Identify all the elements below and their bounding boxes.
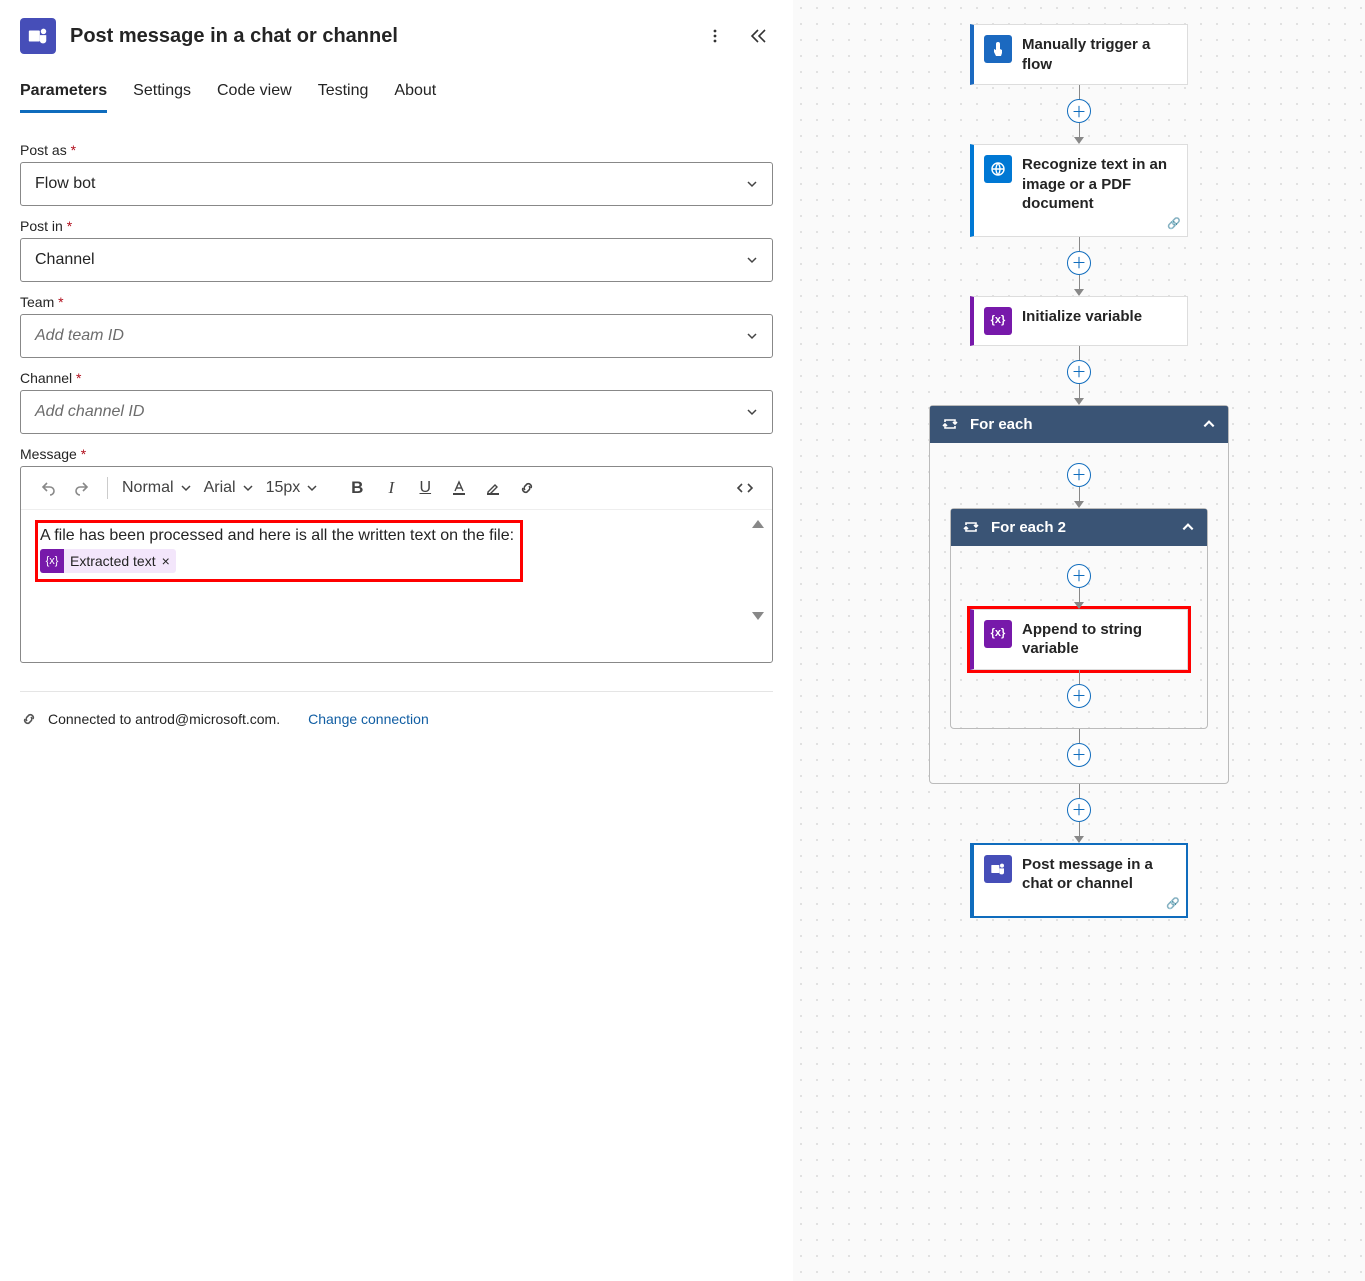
post-as-value: Flow bot (35, 175, 95, 193)
connection-row: Connected to antrod@microsoft.com. Chang… (20, 710, 773, 728)
tab-code-view[interactable]: Code view (217, 82, 292, 113)
loop-icon (942, 416, 958, 432)
add-step-button[interactable]: ＋ (1067, 99, 1091, 123)
add-step-button[interactable]: ＋ (1067, 463, 1091, 487)
connection-text: Connected to antrod@microsoft.com. (48, 711, 280, 727)
add-step-button[interactable]: ＋ (1067, 684, 1091, 708)
tab-parameters[interactable]: Parameters (20, 82, 107, 113)
flow-step-trigger[interactable]: Manually trigger a flow (970, 24, 1188, 85)
post-in-label: Post in (20, 218, 773, 234)
chevron-down-icon (746, 254, 758, 266)
tab-testing[interactable]: Testing (318, 82, 369, 113)
style-select[interactable]: Normal (118, 475, 196, 501)
editor-body[interactable]: A file has been processed and here is al… (21, 509, 772, 662)
step-label: Recognize text in an image or a PDF docu… (1022, 155, 1177, 214)
chevron-up-icon[interactable] (1181, 520, 1195, 534)
post-in-value: Channel (35, 251, 95, 269)
chevron-down-icon (746, 330, 758, 342)
step-label: Manually trigger a flow (1022, 35, 1177, 74)
chevron-down-icon (746, 178, 758, 190)
action-config-panel: Post message in a chat or channel Parame… (0, 0, 793, 1281)
post-as-label: Post as (20, 142, 773, 158)
connection-icon (20, 710, 38, 728)
flow-step-post-message[interactable]: Post message in a chat or channel 🔗 (970, 843, 1188, 918)
channel-select[interactable]: Add channel ID (20, 390, 773, 434)
channel-label: Channel (20, 370, 773, 386)
step-label: For each (970, 416, 1033, 433)
for-each-2-container: For each 2 ＋ {x} Append to string variab… (950, 508, 1208, 729)
token-label: Extracted text (64, 551, 162, 571)
add-step-button[interactable]: ＋ (1067, 564, 1091, 588)
token-remove[interactable]: × (162, 553, 176, 569)
font-select[interactable]: Arial (200, 475, 258, 501)
size-select[interactable]: 15px (262, 475, 323, 501)
for-each-container: For each ＋ For each 2 ＋ (929, 405, 1229, 784)
loop-icon (963, 519, 979, 535)
scrollbar[interactable] (752, 520, 764, 620)
more-button[interactable] (701, 22, 729, 50)
for-each-header[interactable]: For each (930, 406, 1228, 443)
step-label: For each 2 (991, 519, 1066, 536)
panel-title: Post message in a chat or channel (70, 25, 687, 48)
highlight-button[interactable] (478, 473, 508, 503)
for-each-2-header[interactable]: For each 2 (951, 509, 1207, 546)
redo-button[interactable] (67, 473, 97, 503)
post-as-select[interactable]: Flow bot (20, 162, 773, 206)
add-step-button[interactable]: ＋ (1067, 743, 1091, 767)
link-icon: 🔗 (1167, 217, 1181, 231)
chevron-up-icon[interactable] (1202, 417, 1216, 431)
ai-icon (984, 155, 1012, 183)
message-text: A file has been processed and here is al… (40, 527, 514, 544)
italic-button[interactable]: I (376, 473, 406, 503)
bold-button[interactable]: B (342, 473, 372, 503)
collapse-button[interactable] (743, 21, 773, 51)
form: Post as Flow bot Post in Channel Team Ad… (20, 142, 773, 663)
touch-icon (984, 35, 1012, 63)
teams-icon (984, 855, 1012, 883)
step-label: Post message in a chat or channel (1022, 855, 1176, 894)
underline-button[interactable]: U (410, 473, 440, 503)
scroll-down-icon[interactable] (752, 612, 764, 620)
font-color-button[interactable] (444, 473, 474, 503)
variable-icon: {x} (984, 620, 1012, 648)
scroll-up-icon[interactable] (752, 520, 764, 528)
tab-about[interactable]: About (394, 82, 436, 113)
flow-canvas[interactable]: Manually trigger a flow ＋ Recognize text… (793, 0, 1365, 1281)
team-placeholder: Add team ID (35, 327, 124, 345)
divider (20, 691, 773, 692)
rich-text-editor: Normal Arial 15px B I U A file has been … (20, 466, 773, 663)
flow-step-recognize[interactable]: Recognize text in an image or a PDF docu… (970, 144, 1188, 237)
team-label: Team (20, 294, 773, 310)
panel-header: Post message in a chat or channel (20, 18, 773, 78)
flow-step-init-var[interactable]: {x} Initialize variable (970, 296, 1188, 346)
highlighted-region: A file has been processed and here is al… (35, 520, 523, 582)
change-connection-link[interactable]: Change connection (308, 711, 429, 727)
teams-icon (20, 18, 56, 54)
link-icon: 🔗 (1166, 897, 1180, 911)
post-in-select[interactable]: Channel (20, 238, 773, 282)
undo-button[interactable] (33, 473, 63, 503)
step-label: Append to string variable (1022, 620, 1177, 659)
link-button[interactable] (512, 473, 542, 503)
tab-bar: Parameters Settings Code view Testing Ab… (20, 82, 773, 114)
fx-icon: {x} (40, 549, 64, 573)
team-select[interactable]: Add team ID (20, 314, 773, 358)
editor-toolbar: Normal Arial 15px B I U (21, 467, 772, 509)
tab-settings[interactable]: Settings (133, 82, 191, 113)
variable-icon: {x} (984, 307, 1012, 335)
add-step-button[interactable]: ＋ (1067, 251, 1091, 275)
dynamic-token[interactable]: {x} Extracted text × (40, 549, 176, 573)
channel-placeholder: Add channel ID (35, 403, 144, 421)
step-label: Initialize variable (1022, 307, 1142, 327)
add-step-button[interactable]: ＋ (1067, 360, 1091, 384)
message-label: Message (20, 446, 773, 462)
code-view-button[interactable] (730, 473, 760, 503)
add-step-button[interactable]: ＋ (1067, 798, 1091, 822)
flow-step-append[interactable]: {x} Append to string variable (970, 609, 1188, 670)
chevron-down-icon (746, 406, 758, 418)
